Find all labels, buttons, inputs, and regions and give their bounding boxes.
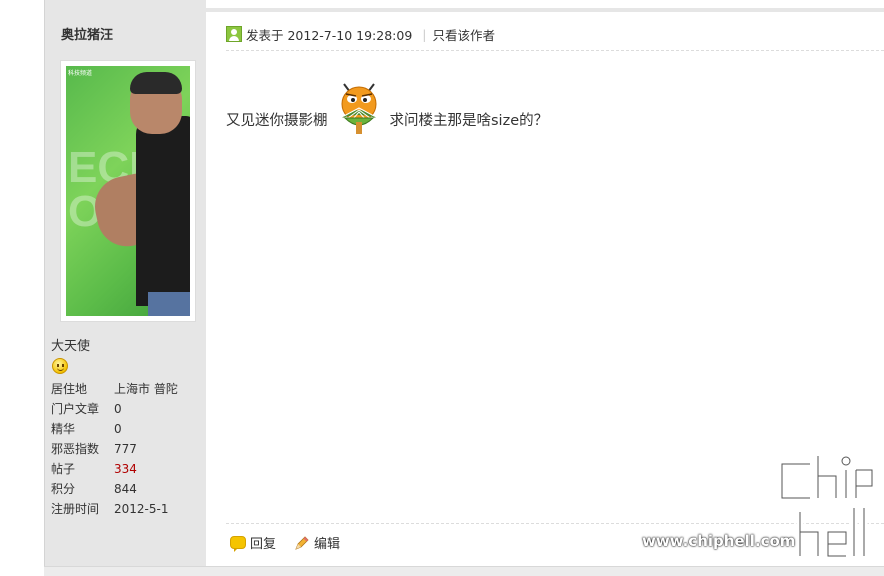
post-meta-header: 发表于 2012-7-10 19:28:09 | 只看该作者 (226, 24, 495, 44)
edit-label[interactable]: 编辑 (314, 533, 340, 552)
stat-value: 2012-5-1 (114, 502, 169, 516)
message-text-after: 求问楼主那是啥size的？ (389, 112, 549, 129)
smile-icon (52, 358, 68, 374)
chiphell-watermark: www.chiphell.com (640, 452, 880, 564)
reply-icon (230, 536, 246, 552)
stat-label: 邪恶指数 (51, 442, 100, 456)
avatar-person-hair (130, 72, 182, 94)
stat-row-evil-index: 邪恶指数 777 (51, 439, 201, 459)
avatar[interactable]: ECH ONI 科技频道 (60, 60, 196, 322)
reply-button[interactable]: 回复 (230, 533, 276, 552)
avatar-image[interactable]: ECH ONI 科技频道 (66, 66, 190, 316)
stat-label: 帖子 (51, 462, 76, 476)
stat-label: 居住地 (51, 382, 88, 396)
page-left-margin (0, 0, 44, 576)
stat-value-posts-link[interactable]: 334 (114, 459, 137, 479)
only-author-link[interactable]: 只看该作者 (433, 25, 496, 44)
avatar-person-jeans (148, 292, 190, 316)
stat-value: 777 (114, 442, 137, 456)
avatar-channel-caption: 科技频道 (68, 70, 93, 77)
online-user-icon (226, 26, 242, 42)
sidebar-top-bar (45, 0, 207, 12)
avatar-person-body (136, 116, 190, 306)
watermark-site-url: www.chiphell.com (642, 532, 796, 550)
stat-row-articles: 门户文章 0 (51, 399, 201, 419)
author-sidebar: 奥拉猪汪 ECH ONI 科技频道 大天使 居住地 上海市 普陀 门户文章 0 … (44, 0, 207, 566)
user-group-label[interactable]: 大天使 (51, 335, 90, 354)
post-message: 又见迷你摄影棚 求问楼主那是啥size的？ (226, 83, 549, 146)
stat-label: 注册时间 (51, 502, 100, 516)
post-top-border (206, 0, 884, 12)
post-timestamp: 发表于 2012-7-10 19:28:09 (246, 27, 413, 43)
stat-row-register-date: 注册时间 2012-5-1 (51, 499, 201, 519)
stat-label: 门户文章 (51, 402, 100, 416)
pencil-icon (295, 535, 309, 550)
stat-row-credits: 积分 844 (51, 479, 201, 499)
stat-value: 0 (114, 422, 122, 436)
post-actions-bar: 回复 编辑 (230, 533, 358, 552)
stat-value: 上海市 普陀 (114, 382, 178, 396)
smiley-fan-emoticon-icon (341, 83, 376, 134)
stat-value[interactable]: 0 (114, 399, 122, 419)
edit-button[interactable]: 编辑 (294, 533, 340, 552)
author-stats: 居住地 上海市 普陀 门户文章 0 精华 0 邪恶指数 777 帖子 334 积… (51, 379, 201, 519)
author-name-link[interactable]: 奥拉猪汪 (61, 24, 113, 43)
stat-label: 积分 (51, 482, 76, 496)
stat-label: 精华 (51, 422, 76, 436)
post-bottom-border (44, 566, 884, 576)
reply-label[interactable]: 回复 (250, 533, 276, 552)
header-divider: | (422, 26, 427, 42)
stat-row-posts: 帖子 334 (51, 459, 201, 479)
message-text-before: 又见迷你摄影棚 (226, 112, 328, 129)
stat-row-digest: 精华 0 (51, 419, 201, 439)
stat-value: 844 (114, 482, 137, 496)
header-divider-line (226, 50, 884, 51)
stat-row-location: 居住地 上海市 普陀 (51, 379, 201, 399)
